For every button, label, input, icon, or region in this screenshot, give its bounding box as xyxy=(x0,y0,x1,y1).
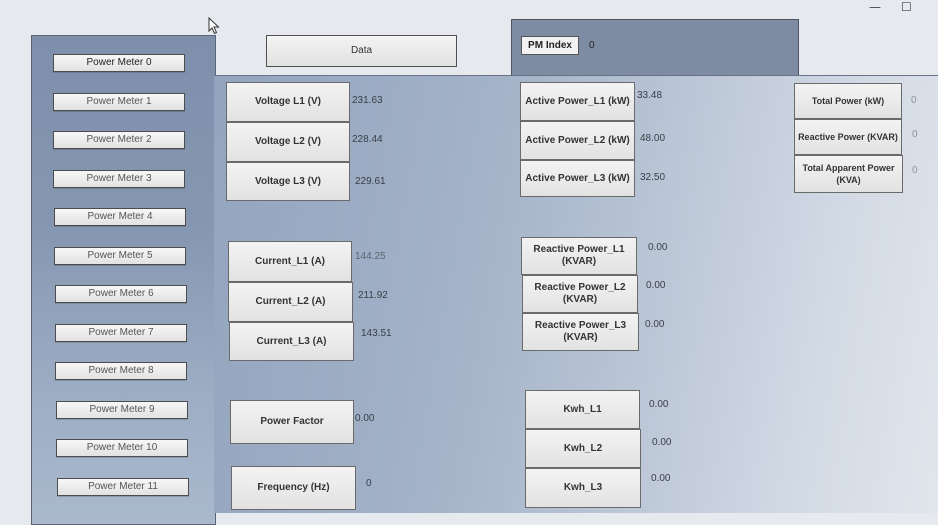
kwh-l3-value: 0.00 xyxy=(651,473,671,484)
reactive-power-total-label: Reactive Power (KVAR) xyxy=(794,119,902,155)
kwh-l1-label: Kwh_L1 xyxy=(525,390,640,429)
frequency-value: 0 xyxy=(366,478,372,489)
voltage-l2-value: 228.44 xyxy=(352,134,383,145)
power-meter-5-button[interactable]: Power Meter 5 xyxy=(54,247,186,265)
kwh-l2-label: Kwh_L2 xyxy=(525,429,641,468)
total-apparent-power-value: 0 xyxy=(912,165,918,176)
pm-index-label: PM Index xyxy=(521,36,579,55)
reactive-power-l3-label: Reactive Power_L3 (KVAR) xyxy=(522,313,639,351)
voltage-l3-label: Voltage L3 (V) xyxy=(226,162,350,201)
power-meter-4-button[interactable]: Power Meter 4 xyxy=(54,208,186,226)
kwh-l2-value: 0.00 xyxy=(652,437,672,448)
active-power-l3-value: 32.50 xyxy=(640,172,666,183)
frequency-label: Frequency (Hz) xyxy=(231,466,356,510)
power-meter-9-button[interactable]: Power Meter 9 xyxy=(56,401,188,419)
kwh-l3-label: Kwh_L3 xyxy=(525,468,641,508)
mouse-cursor-icon xyxy=(208,17,220,35)
restore-button[interactable]: ☐ xyxy=(901,0,912,14)
reactive-power-l2-value: 0.00 xyxy=(646,280,666,291)
data-button[interactable]: Data xyxy=(266,35,457,67)
power-meter-0-button[interactable]: Power Meter 0 xyxy=(53,54,185,72)
voltage-l1-label: Voltage L1 (V) xyxy=(226,82,350,122)
reactive-power-total-value: 0 xyxy=(912,129,918,140)
power-factor-label: Power Factor xyxy=(230,400,354,444)
power-factor-value: 0.00 xyxy=(355,413,375,424)
power-meter-10-button[interactable]: Power Meter 10 xyxy=(56,439,188,457)
active-power-l1-label: Active Power_L1 (kW) xyxy=(520,82,635,121)
current-l1-label: Current_L1 (A) xyxy=(228,241,352,282)
power-meter-3-button[interactable]: Power Meter 3 xyxy=(53,170,185,188)
reactive-power-l1-value: 0.00 xyxy=(648,242,668,253)
reactive-power-l3-value: 0.00 xyxy=(645,319,665,330)
current-l1-value: 144.25 xyxy=(355,251,386,262)
active-power-l1-value: 33.48 xyxy=(637,90,663,101)
power-meter-11-button[interactable]: Power Meter 11 xyxy=(57,478,189,496)
current-l2-value: 211.92 xyxy=(358,290,388,301)
power-meter-6-button[interactable]: Power Meter 6 xyxy=(55,285,187,303)
voltage-l3-value: 229.61 xyxy=(355,176,386,187)
active-power-l3-label: Active Power_L3 (kW) xyxy=(520,160,635,197)
voltage-l1-value: 231.63 xyxy=(352,95,383,106)
voltage-l2-label: Voltage L2 (V) xyxy=(226,122,350,162)
current-l3-value: 143.51 xyxy=(361,328,392,339)
pm-index-value: 0 xyxy=(589,40,595,51)
current-l2-label: Current_L2 (A) xyxy=(228,282,353,322)
total-power-value: 0 xyxy=(911,95,917,106)
total-apparent-power-label: Total Apparent Power (KVA) xyxy=(794,155,903,193)
kwh-l1-value: 0.00 xyxy=(649,399,669,410)
power-meter-7-button[interactable]: Power Meter 7 xyxy=(55,324,187,342)
power-meter-2-button[interactable]: Power Meter 2 xyxy=(53,131,185,149)
power-meter-1-button[interactable]: Power Meter 1 xyxy=(53,93,185,111)
total-power-label: Total Power (kW) xyxy=(794,83,902,119)
active-power-l2-value: 48.00 xyxy=(640,133,666,144)
reactive-power-l1-label: Reactive Power_L1 (KVAR) xyxy=(521,237,637,275)
current-l3-label: Current_L3 (A) xyxy=(229,322,354,361)
minimize-button[interactable]: — xyxy=(869,0,881,14)
power-meter-8-button[interactable]: Power Meter 8 xyxy=(55,362,187,380)
active-power-l2-label: Active Power_L2 (kW) xyxy=(520,121,635,160)
reactive-power-l2-label: Reactive Power_L2 (KVAR) xyxy=(522,275,638,313)
